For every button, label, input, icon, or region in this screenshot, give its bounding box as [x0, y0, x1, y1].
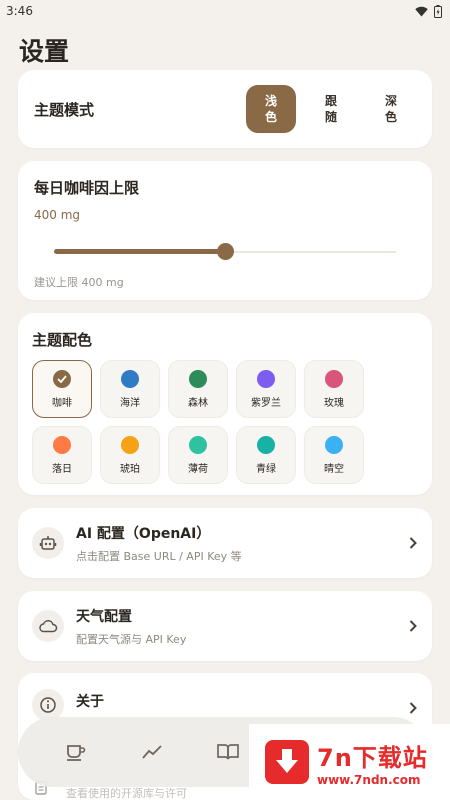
- about-title: 关于: [76, 694, 104, 710]
- caffeine-title: 每日咖啡因上限: [34, 179, 140, 197]
- nav-coffee[interactable]: [38, 742, 114, 762]
- swatch-label: 紫罗兰: [251, 397, 281, 409]
- theme-color-title: 主题配色: [32, 331, 93, 349]
- swatch-label: 森林: [188, 397, 208, 409]
- color-swatch[interactable]: 海洋: [100, 360, 160, 418]
- swatch-label: 晴空: [324, 463, 344, 475]
- color-dot: [53, 435, 71, 454]
- theme-mode-light[interactable]: 浅色: [246, 85, 296, 133]
- battery-icon: [434, 4, 442, 18]
- swatch-label: 玫瑰: [324, 397, 344, 409]
- color-dot: [325, 369, 343, 388]
- watermark-url: www.7ndn.com: [317, 772, 421, 787]
- download-arrow-icon: [265, 740, 309, 784]
- ai-config-row[interactable]: AI 配置（OpenAI） 点击配置 Base URL / API Key 等: [18, 508, 432, 578]
- slider-fill: [54, 249, 225, 254]
- page-title: 设置: [19, 37, 70, 66]
- color-grid: 咖啡 海洋 森林 紫罗兰 玫瑰落日 琥珀 薄荷 青绿 晴空: [32, 360, 418, 484]
- chevron-right-icon: [409, 702, 417, 714]
- status-time: 3:46: [6, 4, 33, 18]
- swatch-label: 琥珀: [120, 463, 140, 475]
- nav-stats[interactable]: [114, 744, 190, 760]
- wifi-icon: [415, 6, 428, 16]
- color-swatch[interactable]: 薄荷: [168, 426, 228, 484]
- swatch-label: 青绿: [256, 463, 276, 475]
- caffeine-hint: 建议上限 400 mg: [34, 276, 124, 289]
- color-swatch[interactable]: 晴空: [304, 426, 364, 484]
- theme-color-card: 主题配色 咖啡 海洋 森林 紫罗兰 玫瑰落日 琥珀 薄荷 青绿 晴空: [18, 313, 432, 495]
- caffeine-value: 400 mg: [34, 208, 81, 222]
- swatch-label: 落日: [52, 463, 72, 475]
- color-swatch[interactable]: 落日: [32, 426, 92, 484]
- check-icon: [53, 369, 71, 388]
- swatch-label: 咖啡: [52, 397, 72, 409]
- theme-mode-follow[interactable]: 跟随: [306, 85, 356, 133]
- color-dot: [189, 369, 207, 388]
- color-dot: [257, 435, 275, 454]
- ai-config-title: AI 配置（OpenAI）: [76, 525, 211, 542]
- weather-config-title: 天气配置: [76, 608, 132, 625]
- trend-icon: [142, 745, 162, 759]
- color-swatch[interactable]: 玫瑰: [304, 360, 364, 418]
- status-bar: 3:46: [0, 0, 450, 22]
- theme-mode-card: 主题模式 浅色 跟随 深色: [18, 70, 432, 148]
- robot-icon: [32, 527, 64, 559]
- weather-config-subtitle: 配置天气源与 API Key: [76, 632, 187, 646]
- color-dot: [121, 369, 139, 388]
- weather-config-row[interactable]: 天气配置 配置天气源与 API Key: [18, 591, 432, 661]
- color-swatch[interactable]: 森林: [168, 360, 228, 418]
- watermark-logo: 7n下载站 www.7ndn.com: [249, 724, 450, 800]
- coffee-cup-icon: [67, 745, 86, 761]
- swatch-label: 薄荷: [188, 463, 208, 475]
- ai-config-subtitle: 点击配置 Base URL / API Key 等: [76, 549, 242, 563]
- color-swatch[interactable]: 琥珀: [100, 426, 160, 484]
- color-swatch[interactable]: 青绿: [236, 426, 296, 484]
- color-dot: [325, 435, 343, 454]
- theme-mode-segmented: 浅色 跟随 深色: [246, 85, 416, 133]
- book-icon: [217, 744, 239, 760]
- chevron-right-icon: [409, 537, 417, 549]
- theme-mode-title: 主题模式: [34, 100, 95, 119]
- color-dot: [257, 369, 275, 388]
- color-swatch[interactable]: 咖啡: [32, 360, 92, 418]
- color-dot: [121, 435, 139, 454]
- cloud-icon: [32, 610, 64, 642]
- caffeine-slider[interactable]: [54, 242, 396, 262]
- swatch-label: 海洋: [120, 397, 140, 409]
- color-dot: [189, 435, 207, 454]
- theme-mode-dark[interactable]: 深色: [366, 85, 416, 133]
- watermark-name: 7n下载站: [317, 743, 428, 772]
- chevron-right-icon: [409, 620, 417, 632]
- color-swatch[interactable]: 紫罗兰: [236, 360, 296, 418]
- status-icons: [415, 4, 442, 18]
- caffeine-card: 每日咖啡因上限 400 mg 建议上限 400 mg: [18, 161, 432, 300]
- slider-thumb[interactable]: [217, 243, 234, 260]
